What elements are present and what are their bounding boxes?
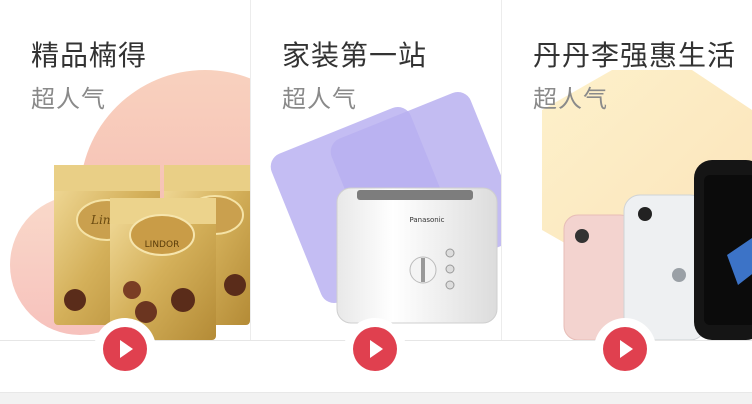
play-button[interactable] [353, 327, 397, 371]
card-subtitle: 超人气 [31, 85, 106, 113]
bottom-strip [0, 392, 752, 404]
recommend-row: 精品楠得 超人气 Lindt LINDOR 家装第一站 超人气 Panasoni… [0, 0, 752, 340]
chocolate-product: LINDOR [145, 240, 180, 250]
play-icon [120, 340, 133, 358]
play-wrap-3 [594, 318, 656, 380]
play-button[interactable] [103, 327, 147, 371]
card-subtitle: 超人气 [533, 85, 608, 113]
card-jingpin[interactable]: 精品楠得 超人气 Lindt LINDOR [0, 0, 250, 340]
play-icon [620, 340, 633, 358]
card-title: 家装第一站 [282, 39, 428, 72]
play-icon [370, 340, 383, 358]
card-jiazhuang[interactable]: 家装第一站 超人气 Panasonic [250, 0, 501, 340]
play-wrap-2 [344, 318, 406, 380]
card-subtitle: 超人气 [282, 85, 357, 113]
card-title: 丹丹李强惠生活 [533, 39, 737, 72]
card-title: 精品楠得 [31, 39, 148, 72]
card-dandan[interactable]: 丹丹李强惠生活 超人气 [501, 0, 752, 340]
toaster-brand: Panasonic [409, 216, 444, 224]
play-button[interactable] [603, 327, 647, 371]
play-wrap-1 [94, 318, 156, 380]
